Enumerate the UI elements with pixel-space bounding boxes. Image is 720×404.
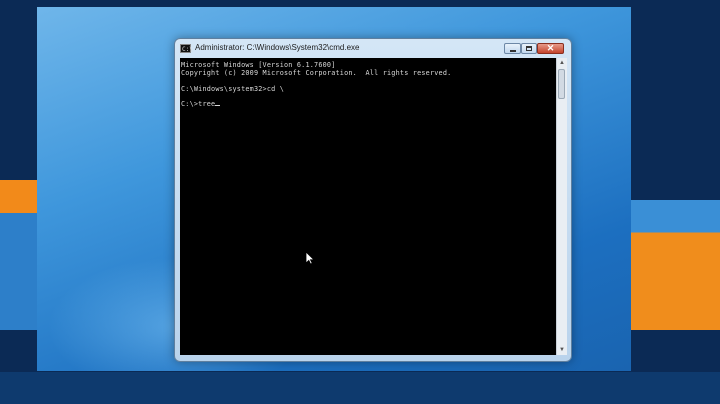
cmd-window[interactable]: C:\ Administrator: C:\Windows\System32\c… (174, 38, 572, 362)
text-cursor (215, 105, 221, 106)
background-decoration-left (0, 180, 40, 330)
close-icon: ✕ (546, 43, 555, 53)
console-line: Microsoft Windows [Version 6.1.7600] (181, 61, 336, 69)
minimize-button[interactable] (504, 43, 521, 54)
window-title: Administrator: C:\Windows\System32\cmd.e… (195, 43, 360, 52)
minimize-icon (509, 49, 516, 52)
scroll-down-icon[interactable]: ▼ (557, 345, 567, 355)
maximize-icon (526, 46, 532, 51)
command-prompt-line[interactable]: C:\>tree (181, 100, 221, 108)
title-bar[interactable]: C:\ Administrator: C:\Windows\System32\c… (175, 39, 571, 59)
cmd-icon[interactable]: C:\ (180, 44, 193, 53)
vertical-scrollbar[interactable]: ▲ ▼ (556, 58, 567, 355)
scroll-up-icon[interactable]: ▲ (557, 58, 567, 68)
command-input[interactable]: C:\>tree (181, 100, 215, 108)
desktop: C:\ Administrator: C:\Windows\System32\c… (37, 7, 631, 371)
console-output[interactable]: Microsoft Windows [Version 6.1.7600] Cop… (180, 58, 556, 355)
console-line: Copyright (c) 2009 Microsoft Corporation… (181, 69, 452, 77)
mouse-pointer-icon (305, 251, 315, 265)
console-line: C:\Windows\system32>cd \ (181, 85, 285, 93)
close-button[interactable]: ✕ (537, 43, 564, 54)
scroll-thumb[interactable] (558, 69, 565, 99)
background-frame-bottom (0, 372, 720, 404)
background-decoration-right (628, 200, 720, 330)
maximize-button[interactable] (521, 43, 537, 54)
